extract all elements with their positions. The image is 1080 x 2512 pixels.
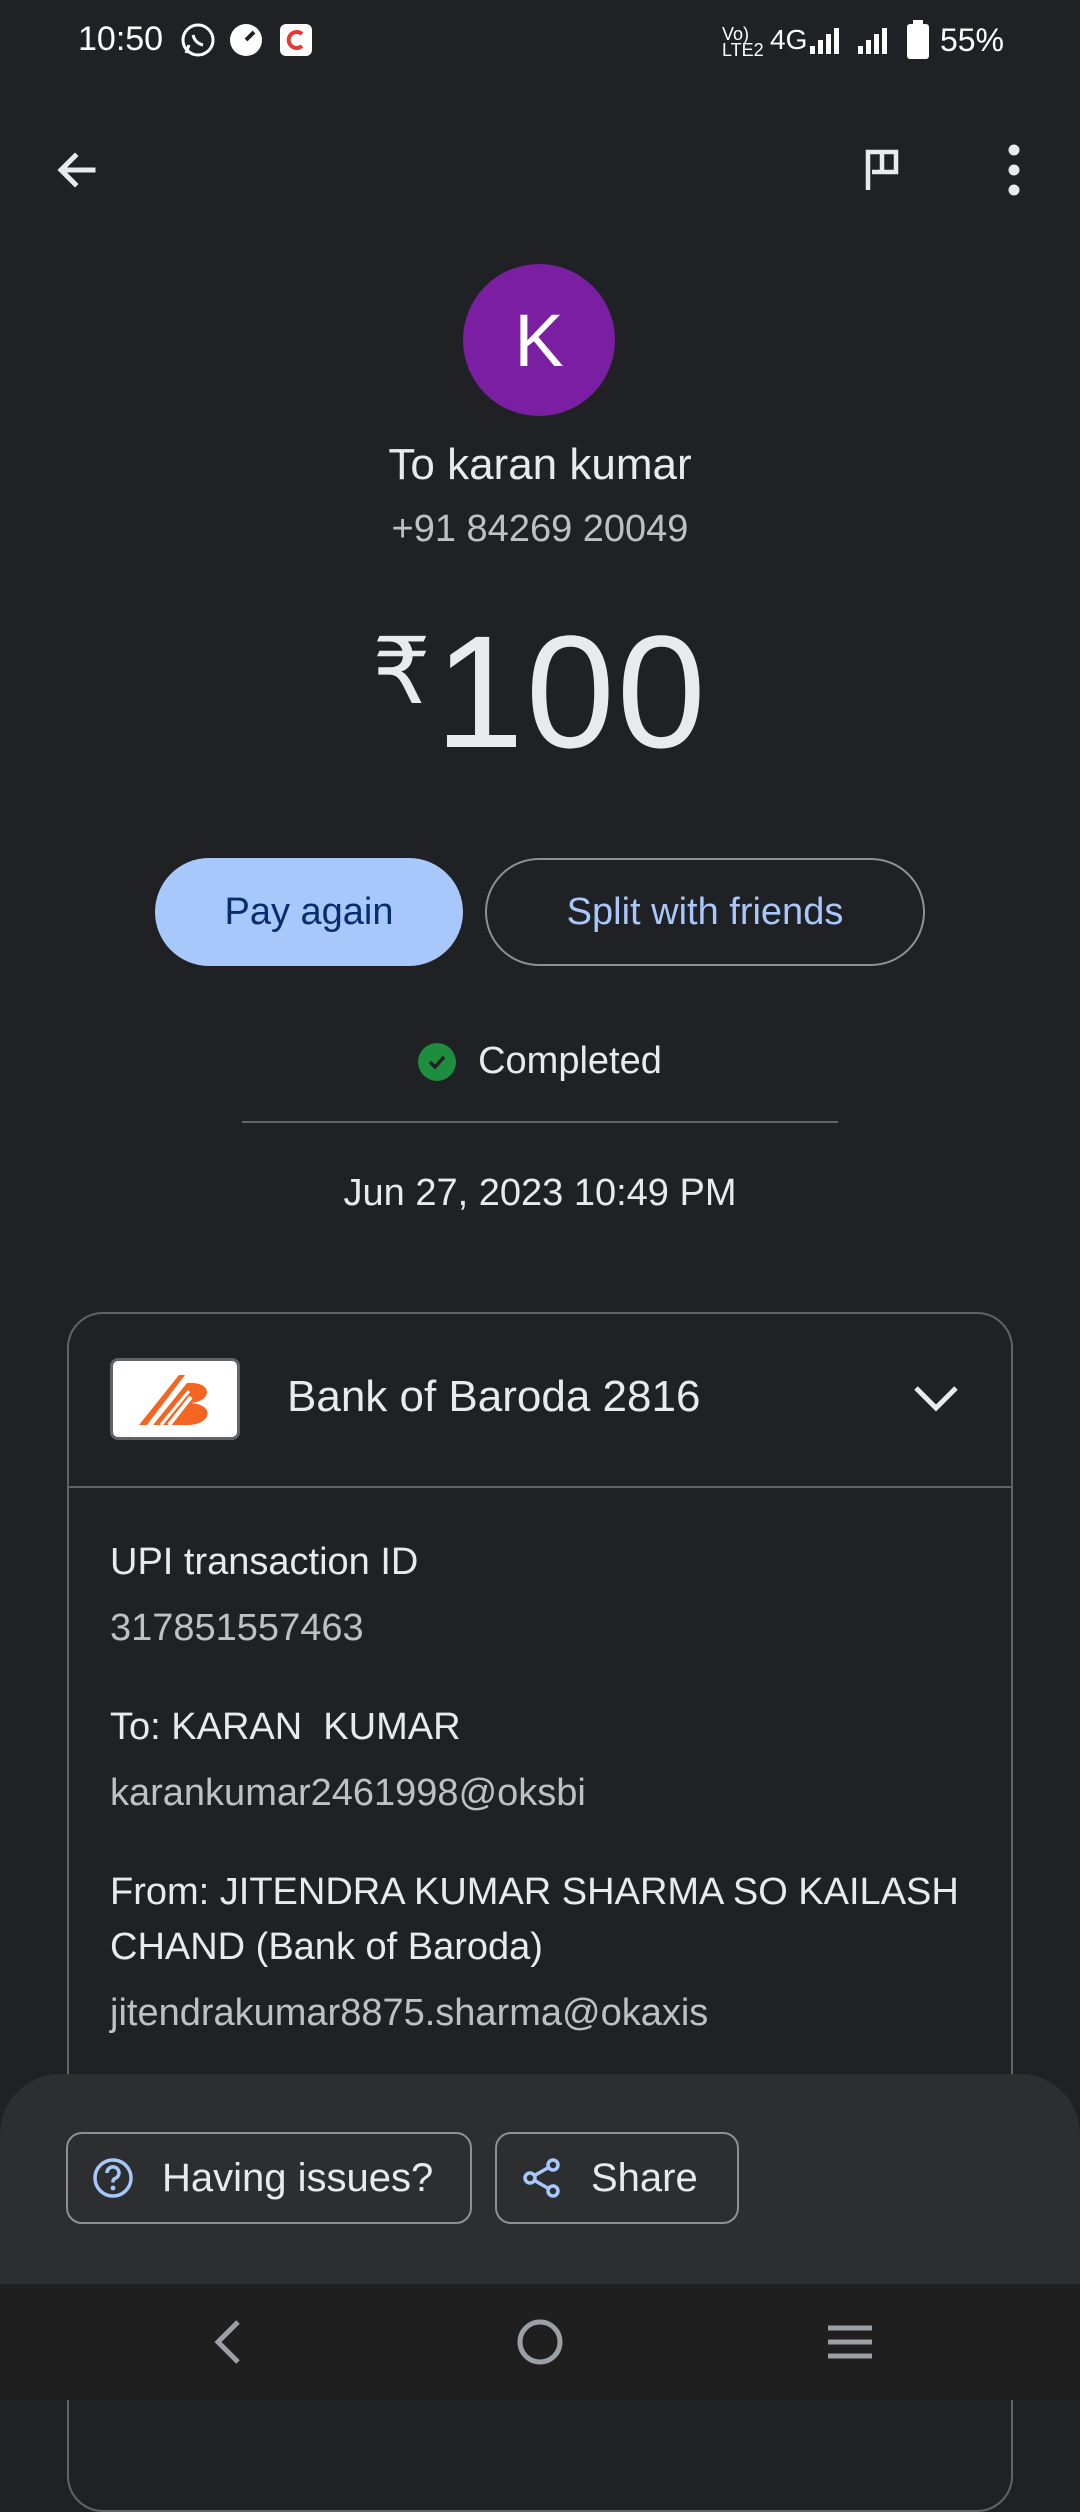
arrow-left-icon [57,152,96,188]
battery-percent: 55% [939,22,1004,58]
signal-1-icon [808,26,844,61]
currency-symbol: ₹ [372,621,431,723]
status-time: 10:50 [78,20,164,58]
divider [242,1121,838,1123]
more-options-button[interactable] [978,134,1050,206]
back-button[interactable] [41,134,113,206]
card-divider [69,1486,1011,1488]
whatsapp-icon [180,22,216,58]
help-circle-icon [93,2158,133,2198]
bank-of-baroda-logo [110,1358,240,1440]
battery-icon [906,20,930,65]
split-with-friends-button[interactable]: Split with friends [485,858,925,966]
report-button[interactable] [846,134,918,206]
recipient-phone: +91 84269 20049 [391,508,689,550]
nav-home-button[interactable] [498,2300,582,2384]
nav-back-icon [214,2320,240,2364]
from-label-line1: From: JITENDRA KUMAR SHARMA SO KAILASH [110,1871,959,1913]
check-circle-icon [418,1042,457,1081]
share-label: Share [591,2155,698,2200]
recipient-avatar: K [463,264,615,416]
volte-icon: Vo) LTE2 [722,24,764,60]
to-upi-address: karankumar2461998@oksbi [110,1772,586,1814]
nav-menu-icon [828,2325,872,2359]
bank-account-name: Bank of Baroda 2816 [287,1372,701,1421]
expand-details-button[interactable] [906,1372,966,1424]
to-label: To: KARAN KUMAR [110,1706,461,1748]
nav-home-icon [517,2319,563,2365]
speedometer-icon [228,22,264,58]
more-vert-icon [1008,144,1020,196]
nav-back-button[interactable] [186,2300,270,2384]
signal-2-icon [856,26,892,61]
from-upi-address: jitendrakumar8875.sharma@okaxis [110,1992,709,2034]
flag-icon [865,149,899,190]
nav-recents-button[interactable] [808,2300,892,2384]
payment-status: Completed [0,1040,1080,1083]
upi-id-label: UPI transaction ID [110,1541,419,1583]
from-label-line2: CHAND (Bank of Baroda) [110,1926,543,1968]
status-bar: 10:50 Vo) LTE2 4G 55% [0,0,1080,84]
app-notification-icon [278,22,314,58]
share-icon [523,2158,560,2198]
payment-amount: ₹100 [0,600,1080,784]
recipient-name: To karan kumar [388,440,692,489]
amount-value: 100 [434,602,708,781]
having-issues-label: Having issues? [162,2155,434,2200]
status-text: Completed [478,1040,662,1082]
having-issues-button[interactable]: Having issues? [66,2132,472,2224]
transaction-datetime: Jun 27, 2023 10:49 PM [343,1172,737,1214]
chevron-down-icon [914,1386,958,1412]
pay-again-button[interactable]: Pay again [155,858,463,966]
network-type: 4G [770,24,808,55]
upi-id-value: 317851557463 [110,1607,364,1649]
share-button[interactable]: Share [495,2132,739,2224]
